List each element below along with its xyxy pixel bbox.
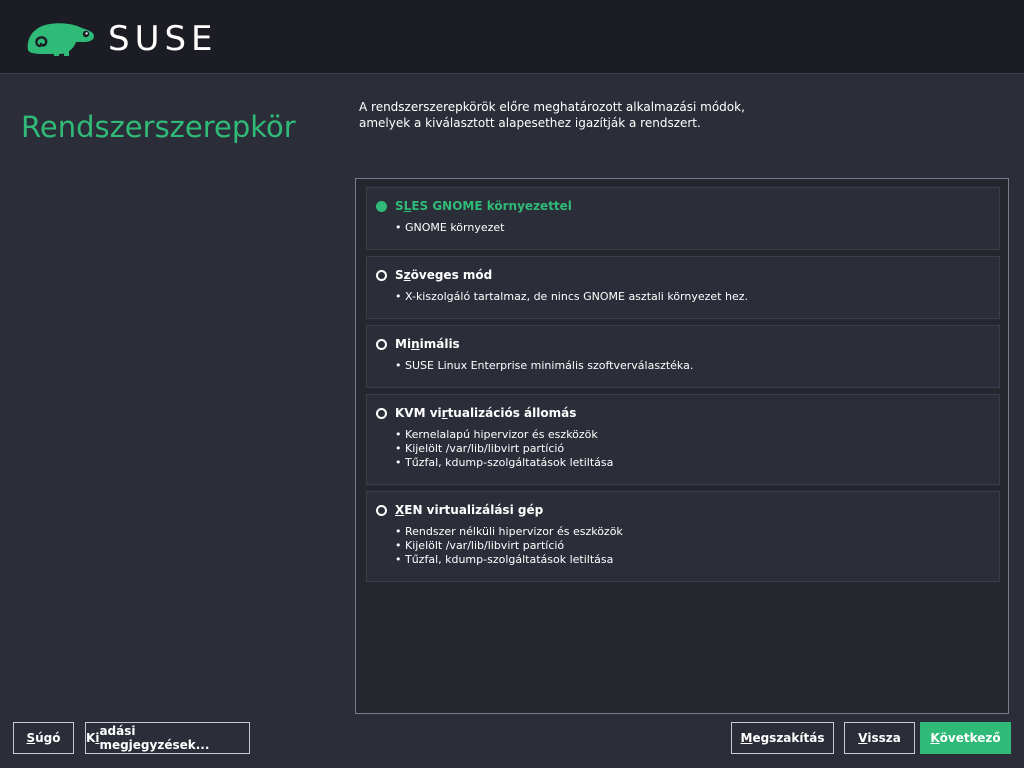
back-button[interactable]: Vissza xyxy=(844,722,915,754)
role-option-xen-host[interactable]: XEN virtualizálási gép • Rendszer nélkül… xyxy=(366,491,1000,582)
page-description: A rendszerszerepkörök előre meghatározot… xyxy=(359,99,879,131)
help-button[interactable]: Súgó xyxy=(13,722,74,754)
role-bullet: • Tűzfal, kdump-szolgáltatások letiltása xyxy=(395,456,614,469)
page-title: Rendszerszerepkör xyxy=(21,110,296,144)
role-bullet: • X-kiszolgáló tartalmaz, de nincs GNOME… xyxy=(395,290,748,303)
role-title: SLES GNOME környezettel xyxy=(395,199,572,213)
header-bar: SUSE xyxy=(0,0,1024,74)
suse-logo: SUSE xyxy=(24,20,218,58)
release-notes-button[interactable]: Ki adási megjegyzések... xyxy=(85,722,250,754)
role-bullet: • Rendszer nélküli hipervizor és eszközö… xyxy=(395,525,623,538)
role-title: XEN virtualizálási gép xyxy=(395,503,544,517)
role-bullet: • Kijelölt /var/lib/libvirt partíció xyxy=(395,539,565,552)
role-description: • GNOME környezet xyxy=(395,221,504,235)
system-roles-list: SLES GNOME környezettel • GNOME környeze… xyxy=(355,178,1009,714)
role-bullet: • Tűzfal, kdump-szolgáltatások letiltása xyxy=(395,553,614,566)
role-description: • SUSE Linux Enterprise minimális szoftv… xyxy=(395,359,693,373)
description-line: amelyek a kiválasztott alapesethez igazí… xyxy=(359,116,701,130)
role-option-sles-gnome[interactable]: SLES GNOME környezettel • GNOME környeze… xyxy=(366,187,1000,250)
role-bullet: • SUSE Linux Enterprise minimális szoftv… xyxy=(395,359,694,372)
role-description: • X-kiszolgáló tartalmaz, de nincs GNOME… xyxy=(395,290,748,304)
role-option-kvm-host[interactable]: KVM virtualizációs állomás • Kernelalapú… xyxy=(366,394,1000,485)
next-button[interactable]: Következő xyxy=(920,722,1011,754)
role-option-text-mode[interactable]: Szöveges mód • X-kiszolgáló tartalmaz, d… xyxy=(366,256,1000,319)
role-description: • Rendszer nélküli hipervizor és eszközö… xyxy=(395,525,623,567)
role-description: • Kernelalapú hipervizor és eszközök • K… xyxy=(395,428,613,470)
chameleon-icon xyxy=(27,23,95,56)
description-line: A rendszerszerepkörök előre meghatározot… xyxy=(359,100,745,114)
abort-button[interactable]: Megszakítás xyxy=(731,722,834,754)
role-option-minimal[interactable]: Minimális • SUSE Linux Enterprise minimá… xyxy=(366,325,1000,388)
radio-button[interactable] xyxy=(376,269,387,281)
role-title: Minimális xyxy=(395,337,460,351)
installer-window: SUSE Rendszerszerepkör A rendszerszerepk… xyxy=(0,0,1024,768)
radio-button[interactable] xyxy=(376,338,387,350)
radio-button-selected[interactable] xyxy=(376,200,387,212)
role-bullet: • Kijelölt /var/lib/libvirt partíció xyxy=(395,442,565,455)
role-title: Szöveges mód xyxy=(395,268,493,282)
radio-button[interactable] xyxy=(376,407,387,419)
role-bullet: • GNOME környezet xyxy=(395,221,505,234)
radio-button[interactable] xyxy=(376,504,387,516)
suse-wordmark: SUSE xyxy=(108,19,218,59)
role-title: KVM virtualizációs állomás xyxy=(395,406,577,420)
role-bullet: • Kernelalapú hipervizor és eszközök xyxy=(395,428,598,441)
